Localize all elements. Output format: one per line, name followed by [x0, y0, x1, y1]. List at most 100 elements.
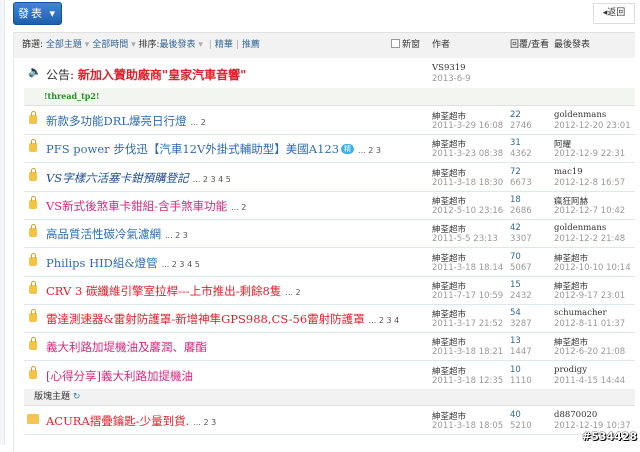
- last-poster[interactable]: goldenmans: [554, 223, 606, 233]
- view-count: 2686: [510, 205, 532, 216]
- thread-title-link[interactable]: CRV 3 碳纖維引擎室拉桿---上市推出-剩餘8隻: [46, 284, 281, 298]
- refresh-icon[interactable]: ↻: [73, 392, 81, 402]
- reply-count[interactable]: 54: [510, 308, 521, 318]
- view-count: 3287: [510, 319, 532, 330]
- page-links[interactable]: ... 2 3: [358, 146, 381, 155]
- last-post-date[interactable]: 2012-12-2 21:48: [554, 234, 625, 244]
- all-topics-dropdown[interactable]: 全部主題: [46, 40, 82, 50]
- last-poster[interactable]: schumacher: [554, 308, 607, 318]
- lock-icon: [29, 365, 37, 379]
- left-edge: [0, 0, 5, 445]
- thread-row: CRV 3 碳纖維引擎室拉桿---上市推出-剩餘8隻... 2 紳荃超市 2011-…: [24, 276, 635, 305]
- digest-link[interactable]: 精華: [215, 40, 233, 50]
- thread-row: ACURA摺疊鑰匙-少量到貨.... 2 3 紳荃超市 2011-3-18 18:0…: [24, 406, 635, 435]
- thread-title-link[interactable]: 義大利路加堤機油及黁潤、黁酯: [46, 340, 207, 354]
- thread-date: 2011-3-18 18:21: [432, 347, 504, 358]
- last-post-date[interactable]: 2011-4-15 14:44: [554, 376, 625, 386]
- new-window-checkbox[interactable]: 新窗: [391, 33, 420, 58]
- last-poster[interactable]: prodigy: [554, 365, 587, 375]
- back-button[interactable]: ◂返回: [593, 3, 635, 24]
- reply-count[interactable]: 70: [510, 252, 521, 262]
- thread-row: 雷達測速器&雷射防護罩-新增神隼GPS988,CS-56雷射防護罩 ... 2 3…: [24, 304, 635, 334]
- reply-count[interactable]: 42: [510, 223, 521, 233]
- thread-title-link[interactable]: 新款多功能DRL爆亮日行燈: [46, 114, 187, 128]
- reply-count[interactable]: 40: [510, 410, 521, 420]
- announcement-author[interactable]: VS9319: [432, 63, 466, 73]
- last-post-date[interactable]: 2012-8-11 01:37: [554, 319, 625, 329]
- last-post-date[interactable]: 2012-12-9 22:31: [554, 149, 625, 159]
- page-links[interactable]: ... 2: [231, 203, 246, 212]
- reply-count[interactable]: 72: [510, 167, 521, 177]
- thread-date: 2011-3-23 08:38: [432, 149, 504, 160]
- last-post-column-header: 最後發表: [554, 40, 591, 50]
- reply-count[interactable]: 22: [510, 110, 521, 120]
- thread-title-link[interactable]: Philips HID組&燈管: [46, 256, 158, 270]
- thread-date: 2011-7-17 10:59: [432, 290, 504, 301]
- thread-title-link[interactable]: [心得分享]義大利路加提機油: [46, 369, 193, 383]
- lock-icon: [29, 111, 37, 124]
- speaker-icon: 🔈: [28, 65, 42, 78]
- page-links[interactable]: ... 2 3 4: [369, 316, 400, 325]
- announcement-date: 2013-6-9: [432, 74, 471, 84]
- reply-count[interactable]: 18: [510, 195, 521, 205]
- sort-dropdown[interactable]: 最後發表: [160, 40, 196, 50]
- lock-icon: [29, 309, 37, 323]
- thread-title-link[interactable]: PFS power 步伐迅【汽車12V外掛式輔助型】美國A123: [46, 142, 339, 156]
- last-post-date[interactable]: 2012-12-8 16:57: [554, 178, 625, 188]
- thread-title-link[interactable]: 雷達測速器&雷射防護罩-新增神隼GPS988,CS-56雷射防護罩: [46, 312, 365, 326]
- thread-date: 2011-3-17 21:52: [432, 319, 504, 330]
- page-links[interactable]: ... 2: [285, 288, 300, 297]
- thread-title-link[interactable]: VS字樣六活塞卡鉗預購登記: [46, 171, 189, 185]
- last-post-date[interactable]: 2012-12-20 23:01: [554, 121, 631, 131]
- last-poster[interactable]: d8870020: [554, 410, 597, 420]
- thread-title-link[interactable]: 高品質活性碳冷氣濾網: [46, 227, 161, 241]
- lock-icon: [29, 337, 37, 351]
- thread-date: 2011-5-5 23:13: [432, 234, 498, 245]
- thread-row: [心得分享]義大利路加提機油 紳荃超市 2011-3-18 12:35 10 1110 p…: [24, 361, 635, 390]
- thread-row: Philips HID組&燈管... 2 3 4 5 紳荃超市 2011-3-18 …: [24, 248, 635, 277]
- page-links[interactable]: ... 2: [191, 118, 206, 127]
- view-count: 1110: [510, 375, 532, 386]
- announcement-row: 🔈 公告: 新加入贊助廠商"皇家汽車音響" VS9319 2013-6-9: [28, 63, 471, 84]
- thread-row: VS新式後煞車卡鉗組-含手煞車功能... 2 紳荃超市 2012-5-10 23:1…: [24, 191, 635, 220]
- reply-count[interactable]: 15: [510, 280, 521, 290]
- thread-date: 2011-3-18 18:30: [432, 177, 504, 188]
- thread-row: 高品質活性碳冷氣濾網... 2 3 紳荃超市 2011-5-5 23:13 42 330…: [24, 219, 635, 249]
- thread-list: 篩選: 全部主題 ▾ 全部時間 ▾ 排序:最後發表 ▾ | 精華 | 推薦 新窗 作者…: [13, 32, 635, 452]
- thread-date: 2011-3-18 18:14: [432, 262, 504, 273]
- last-post-date[interactable]: 2012-9-17 23:01: [554, 291, 625, 301]
- page-links[interactable]: ... 2 3: [165, 231, 188, 240]
- reply-count[interactable]: 10: [510, 365, 521, 375]
- page-links[interactable]: ... 2 3: [193, 418, 216, 427]
- lock-icon: [29, 195, 37, 209]
- last-post-date[interactable]: 2012-10-10 10:14: [554, 263, 631, 273]
- folder-icon: [27, 414, 39, 424]
- replies-column-header: 回覆/查看: [510, 40, 550, 50]
- sort-label: 排序:: [138, 40, 160, 50]
- thread-row: 新款多功能DRL爆亮日行燈... 2 紳荃超市 2011-3-29 16:08 22 2…: [24, 106, 635, 135]
- recommend-link[interactable]: 推薦: [242, 40, 260, 50]
- page-links[interactable]: ... 2 3 4 5: [193, 175, 231, 184]
- post-button[interactable]: 發表 ▾: [13, 2, 62, 25]
- thread-title-link[interactable]: VS新式後煞車卡鉗組-含手煞車功能: [46, 199, 227, 213]
- view-count: 5067: [510, 262, 532, 273]
- page-links[interactable]: ... 2 3 4 5: [162, 260, 200, 269]
- all-time-dropdown[interactable]: 全部時間: [92, 40, 128, 50]
- thread-title-link[interactable]: ACURA摺疊鑰匙-少量到貨.: [46, 414, 189, 428]
- lock-icon: [29, 280, 37, 294]
- last-poster[interactable]: goldenmans: [554, 110, 606, 120]
- announcement-link[interactable]: 新加入贊助廠商"皇家汽車音響": [78, 68, 247, 82]
- lock-icon: [29, 167, 37, 181]
- thread-row: VS字樣六活塞卡鉗預購登記... 2 3 4 5 紳荃超市 2011-3-18 18…: [24, 163, 635, 192]
- lock-icon: [29, 139, 37, 153]
- last-poster[interactable]: mac19: [554, 167, 583, 177]
- digest-badge: 精: [341, 144, 355, 155]
- reply-count[interactable]: 13: [510, 336, 521, 346]
- view-count: 5210: [510, 421, 532, 431]
- last-post-date[interactable]: 2012-12-7 10:42: [554, 206, 625, 216]
- reply-count[interactable]: 31: [510, 138, 521, 148]
- watermark: #534428: [581, 430, 637, 443]
- last-post-date[interactable]: 2012-6-20 21:08: [554, 347, 625, 357]
- thread-row: 義大利路加堤機油及黁潤、黁酯 紳荃超市 2011-3-18 18:21 13 1447 紳…: [24, 332, 635, 362]
- view-count: 3307: [510, 234, 532, 245]
